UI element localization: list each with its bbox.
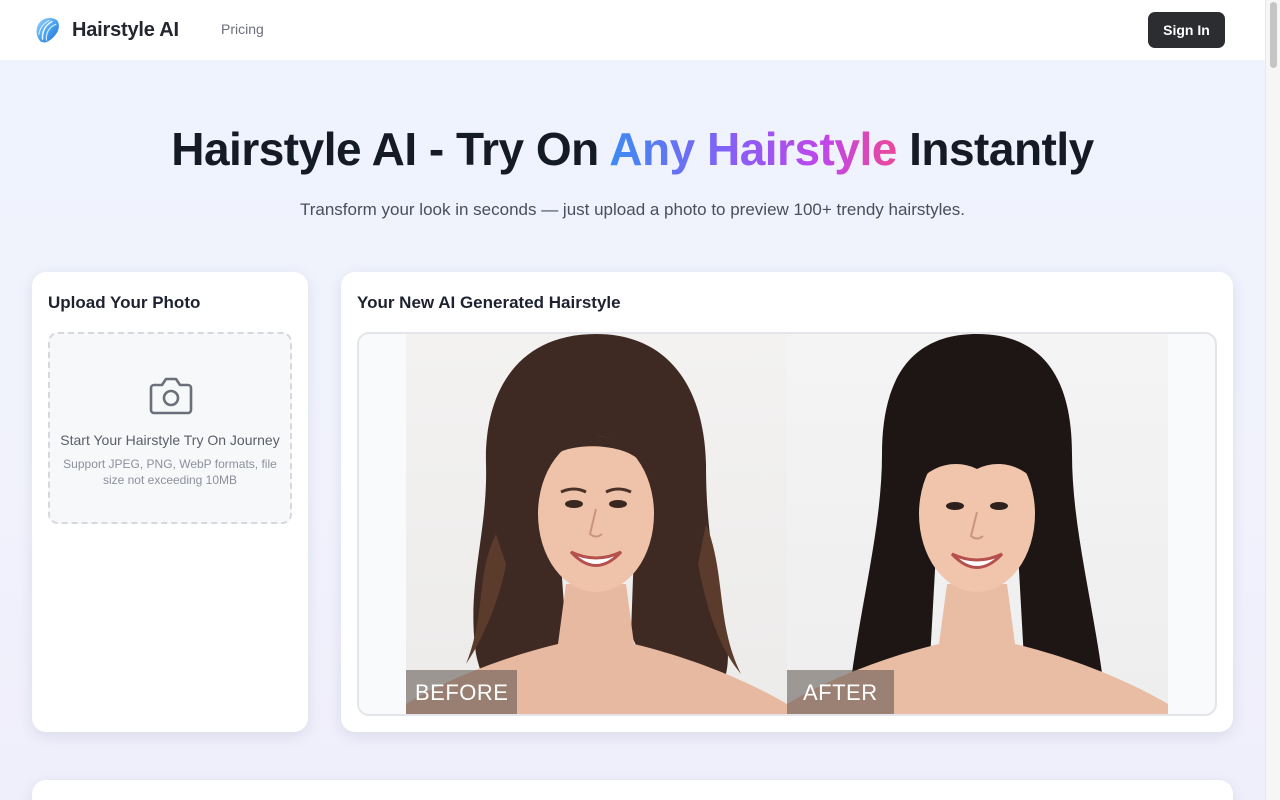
brand-name: Hairstyle AI: [72, 18, 179, 41]
brand-logo-link[interactable]: Hairstyle AI: [33, 15, 179, 45]
hero-title-part1: Hairstyle AI - Try On: [171, 123, 610, 175]
after-label: AFTER: [787, 670, 894, 714]
before-label: BEFORE: [406, 670, 518, 714]
hero-subtitle: Transform your look in seconds — just up…: [299, 200, 966, 219]
after-photo: AFTER: [787, 334, 1168, 714]
upload-card-title: Upload Your Photo: [48, 293, 201, 312]
sign-in-button[interactable]: Sign In: [1148, 12, 1225, 48]
after-portrait-image: [787, 334, 1168, 714]
hero-title-part2: Instantly: [896, 123, 1094, 175]
before-portrait-image: [406, 334, 787, 714]
upload-card: Upload Your Photo Start Your Hairstyle T…: [32, 272, 308, 732]
camera-icon: [149, 377, 193, 415]
hero-title-highlight: Any Hairstyle: [609, 123, 897, 175]
nav-pricing-link[interactable]: Pricing: [221, 21, 264, 37]
top-nav: Hairstyle AI Pricing Sign In: [0, 0, 1265, 60]
hero-title: Hairstyle AI - Try On Any Hairstyle Inst…: [0, 122, 1265, 176]
brand-logo-icon: [36, 17, 59, 43]
page-scrollbar[interactable]: [1265, 0, 1280, 800]
result-card-title: Your New AI Generated Hairstyle: [357, 293, 621, 312]
scrollbar-thumb[interactable]: [1270, 2, 1277, 68]
dropzone-title: Start Your Hairstyle Try On Journey: [60, 432, 280, 448]
before-after-preview: BEFORE AFTER: [357, 332, 1217, 716]
photo-dropzone[interactable]: Start Your Hairstyle Try On Journey Supp…: [48, 332, 292, 524]
next-section-card: [32, 780, 1233, 800]
result-card: Your New AI Generated Hairstyle BEFORE A…: [341, 272, 1233, 732]
dropzone-hint: Support JPEG, PNG, WebP formats, file si…: [63, 457, 277, 487]
before-photo: BEFORE: [406, 334, 787, 714]
